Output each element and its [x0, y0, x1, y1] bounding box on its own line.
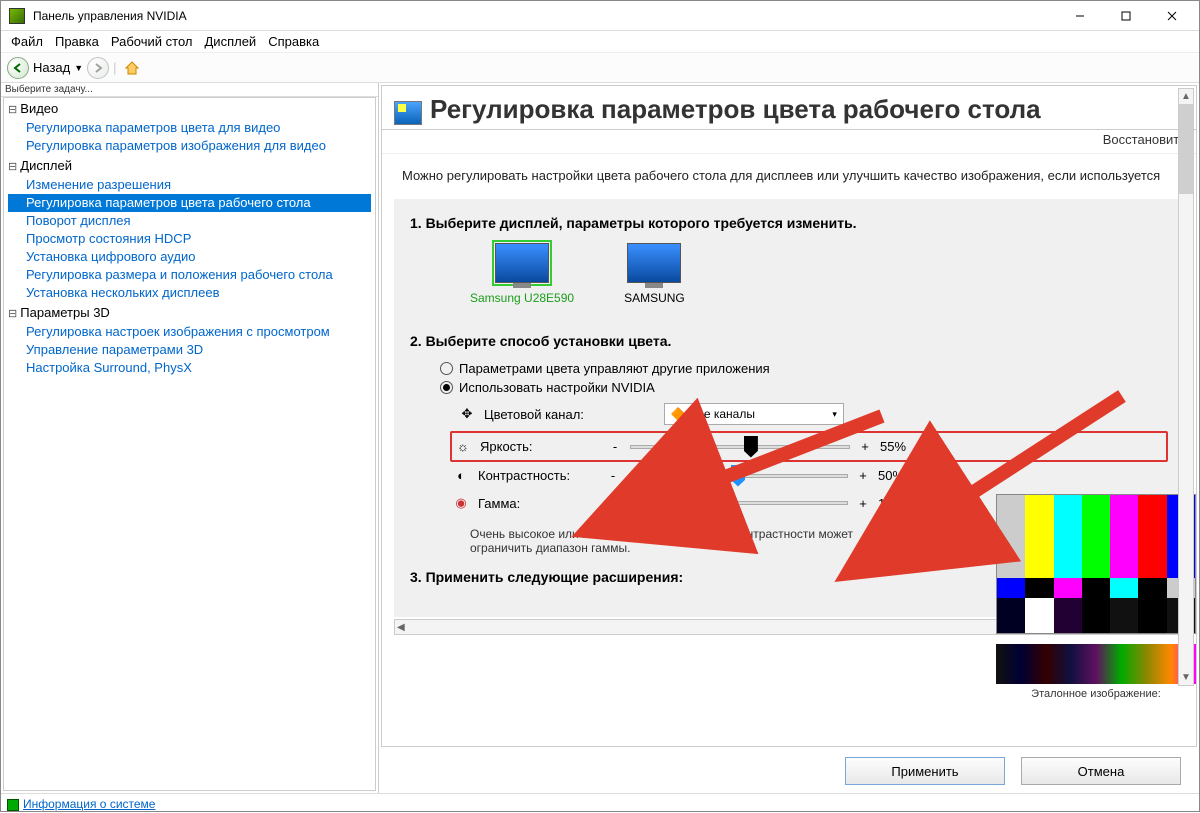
menu-file[interactable]: Файл	[5, 32, 49, 51]
brightness-label: Яркость:	[480, 439, 600, 454]
statusbar: Информация о системе	[1, 793, 1199, 813]
minimize-button[interactable]	[1057, 1, 1103, 31]
display-option[interactable]: SAMSUNG	[624, 243, 685, 305]
brightness-value: 55%	[880, 439, 930, 454]
monitor-icon	[495, 243, 549, 283]
tree-item[interactable]: Регулировка настроек изображения с просм…	[8, 323, 371, 341]
titlebar: Панель управления NVIDIA	[1, 1, 1199, 31]
menu-desktop[interactable]: Рабочий стол	[105, 32, 199, 51]
tree-group-display[interactable]: Дисплей	[8, 157, 371, 176]
sidebar-header: Выберите задачу...	[1, 83, 378, 97]
palette-icon: 🔶	[671, 407, 686, 421]
scrollbar-thumb[interactable]	[1179, 104, 1193, 194]
tree-item[interactable]: Настройка Surround, PhysX	[8, 359, 371, 377]
window-title: Панель управления NVIDIA	[33, 9, 1057, 23]
gradient-bar	[996, 644, 1196, 684]
gamma-icon: ◉	[454, 495, 468, 511]
tree-item[interactable]: Регулировка параметров цвета для видео	[8, 119, 371, 137]
tree-item[interactable]: Просмотр состояния HDCP	[8, 230, 371, 248]
task-tree: Видео Регулировка параметров цвета для в…	[3, 97, 376, 791]
tree-item[interactable]: Установка цифрового аудио	[8, 248, 371, 266]
contrast-icon: ◐	[454, 468, 468, 483]
menubar: Файл Правка Рабочий стол Дисплей Справка	[1, 31, 1199, 53]
color-bars	[996, 494, 1196, 634]
contrast-label: Контрастность:	[478, 468, 598, 483]
cancel-button[interactable]: Отмена	[1021, 757, 1181, 785]
tree-group-video[interactable]: Видео	[8, 100, 371, 119]
back-label: Назад	[33, 60, 70, 75]
forward-button[interactable]	[87, 57, 109, 79]
reference-caption: Эталонное изображение:	[996, 688, 1196, 700]
app-icon	[9, 8, 25, 24]
slider-thumb[interactable]	[731, 465, 745, 487]
apply-button[interactable]: Применить	[845, 757, 1005, 785]
contrast-value: 50%	[878, 468, 928, 483]
content-panel: Регулировка параметров цвета рабочего ст…	[381, 85, 1197, 747]
tree-item[interactable]: Управление параметрами 3D	[8, 341, 371, 359]
channel-icon: ✥	[460, 406, 474, 422]
close-button[interactable]	[1149, 1, 1195, 31]
step1-title: 1. Выберите дисплей, параметры которого …	[410, 215, 1168, 231]
gamma-label: Гамма:	[478, 496, 598, 511]
slider-thumb[interactable]	[744, 436, 758, 458]
tree-item[interactable]: Установка нескольких дисплеев	[8, 284, 371, 302]
gamma-slider[interactable]	[628, 501, 848, 505]
contrast-slider[interactable]	[628, 474, 848, 478]
info-icon	[7, 799, 19, 811]
monitor-icon	[627, 243, 681, 283]
slider-thumb[interactable]	[698, 492, 712, 514]
channel-dropdown[interactable]: 🔶 Все каналы ▾	[664, 403, 844, 425]
reference-image: Эталонное изображение:	[996, 494, 1196, 700]
vertical-scrollbar[interactable]: ▲▼	[1178, 88, 1194, 686]
radio-icon	[440, 362, 453, 375]
step2-title: 2. Выберите способ установки цвета.	[410, 333, 1168, 349]
tree-item[interactable]: Изменение разрешения	[8, 176, 371, 194]
menu-edit[interactable]: Правка	[49, 32, 105, 51]
back-button[interactable]	[7, 57, 29, 79]
panel-title: Регулировка параметров цвета рабочего ст…	[430, 94, 1184, 125]
maximize-button[interactable]	[1103, 1, 1149, 31]
panel-icon	[394, 101, 422, 125]
display-name: SAMSUNG	[624, 291, 685, 305]
radio-icon	[440, 381, 453, 394]
radio-nvidia[interactable]: Использовать настройки NVIDIA	[440, 380, 1168, 395]
radio-other-apps[interactable]: Параметрами цвета управляют другие прило…	[440, 361, 1168, 376]
sidebar: Выберите задачу... Видео Регулировка пар…	[1, 83, 379, 793]
display-option[interactable]: Samsung U28E590	[470, 243, 574, 305]
brightness-slider[interactable]	[630, 445, 850, 449]
tree-item[interactable]: Регулировка параметров изображения для в…	[8, 137, 371, 155]
tree-item[interactable]: Регулировка размера и положения рабочего…	[8, 266, 371, 284]
toolbar: Назад ▼ |	[1, 53, 1199, 83]
restore-link[interactable]: Восстановить	[382, 130, 1196, 154]
chevron-down-icon: ▾	[832, 409, 837, 420]
tree-item-selected[interactable]: Регулировка параметров цвета рабочего ст…	[8, 194, 371, 212]
home-button[interactable]	[121, 57, 143, 79]
tree-group-3d[interactable]: Параметры 3D	[8, 304, 371, 323]
display-name: Samsung U28E590	[470, 291, 574, 305]
tree-item[interactable]: Поворот дисплея	[8, 212, 371, 230]
system-info-link[interactable]: Информация о системе	[1, 794, 161, 813]
radio-label: Параметрами цвета управляют другие прило…	[459, 361, 770, 376]
gamma-value: 1.00	[878, 496, 928, 511]
brightness-row: ☼ Яркость: - + 55%	[450, 431, 1168, 462]
menu-help[interactable]: Справка	[262, 32, 325, 51]
menu-display[interactable]: Дисплей	[199, 32, 263, 51]
brightness-icon: ☼	[456, 439, 470, 454]
button-row: Применить Отмена	[379, 749, 1199, 793]
panel-description: Можно регулировать настройки цвета рабоч…	[382, 154, 1196, 193]
radio-label: Использовать настройки NVIDIA	[459, 380, 655, 395]
channel-label: Цветовой канал:	[484, 407, 584, 422]
back-dropdown-icon[interactable]: ▼	[74, 63, 83, 73]
gamma-note: Очень высокое или низкое значение яркост…	[470, 527, 900, 555]
channel-value: Все каналы	[690, 407, 755, 421]
contrast-row: ◐ Контрастность: - + 50%	[450, 462, 1168, 489]
